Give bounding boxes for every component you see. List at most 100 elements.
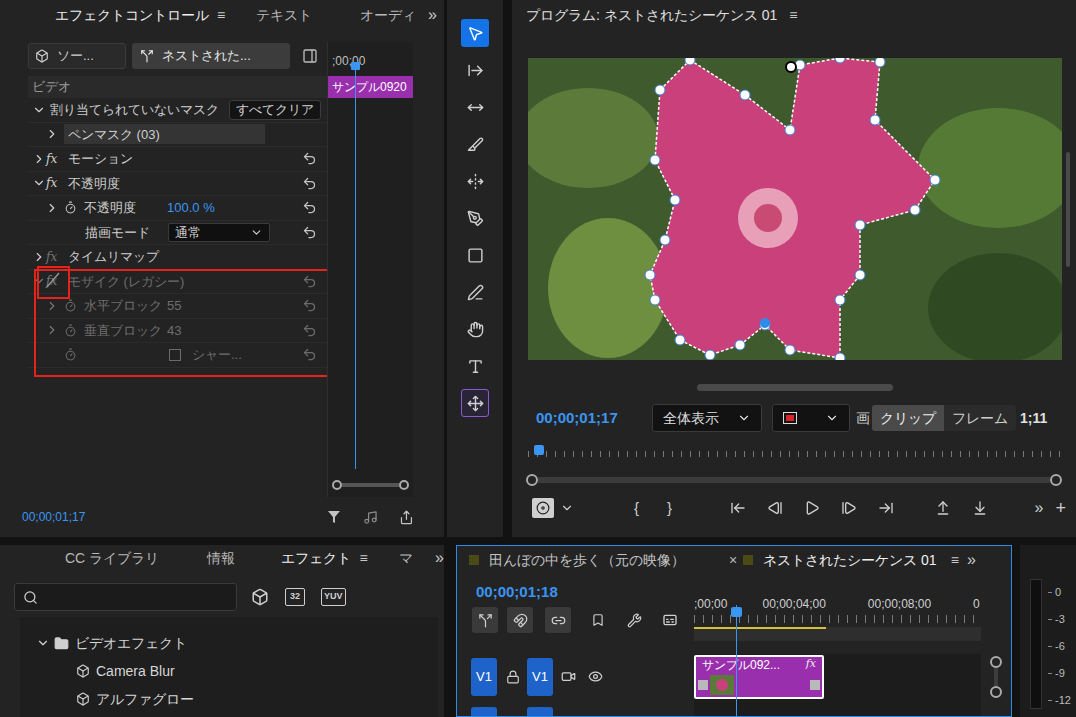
nest-icon[interactable] [478, 613, 493, 628]
clip-button[interactable]: ネストされた... [132, 43, 290, 69]
sequence-tab[interactable]: ×ネストされたシーケンス 01≡ [729, 550, 969, 571]
stopwatch-icon[interactable] [64, 324, 77, 337]
add-button[interactable]: + [1055, 495, 1066, 522]
timecode[interactable]: 00;00;01;17 [536, 407, 652, 430]
reset-icon[interactable] [302, 347, 317, 362]
mark-in-button[interactable]: { [634, 497, 667, 520]
reset-icon[interactable] [302, 298, 317, 313]
lift-icon[interactable] [935, 500, 951, 516]
panel-tab[interactable]: マ [399, 548, 429, 569]
panel-tab[interactable]: CC ライブラリ [65, 548, 207, 569]
settings-icon[interactable] [536, 501, 550, 515]
tool-button[interactable] [461, 315, 489, 343]
fx-toggle-icon[interactable]: fx [46, 275, 64, 287]
zoom-dropdown[interactable]: 全体表示 [652, 404, 762, 432]
param-value[interactable]: 100.0 % [167, 198, 215, 218]
source-button[interactable]: ソー... [28, 43, 126, 69]
timecode[interactable]: 00;00;01;18 [457, 574, 694, 600]
expand-icon[interactable] [32, 176, 46, 190]
reset-icon[interactable] [302, 200, 317, 215]
reset-icon[interactable] [302, 151, 317, 166]
tool-button[interactable] [461, 204, 489, 232]
tool-button[interactable] [461, 389, 489, 417]
vertical-scrollbar[interactable] [981, 574, 1011, 716]
linked-selection-icon[interactable] [551, 613, 566, 628]
filter-badge[interactable]: 32 [285, 588, 305, 606]
tool-button[interactable] [461, 19, 489, 47]
tree-item[interactable]: ビデオエフェクト [20, 629, 438, 657]
source-patch[interactable]: V1 [471, 658, 497, 696]
overlay-dropdown[interactable] [772, 404, 850, 432]
fx-toggle-icon[interactable]: fx [46, 153, 64, 165]
effect-row[interactable]: fxモザイク (レガシー) [28, 270, 327, 295]
playhead[interactable] [736, 605, 737, 716]
param-value[interactable]: 55 [167, 296, 181, 316]
effect-row[interactable]: fxモーション [28, 147, 327, 172]
clip-frame-toggle[interactable]: クリップフレーム [872, 405, 1016, 431]
source-patch[interactable] [471, 707, 497, 717]
expand-icon[interactable] [36, 636, 50, 650]
stopwatch-icon[interactable] [64, 348, 77, 361]
param-value[interactable]: 43 [167, 321, 181, 341]
checkbox[interactable] [169, 349, 181, 361]
vertical-scrollbar[interactable] [1066, 152, 1070, 267]
track-area[interactable]: ;00;0000;00;04;0000;00;08;000サンプル092...f… [694, 574, 981, 716]
panel-tab[interactable]: エフェクトコントロール≡ [55, 5, 256, 26]
expand-icon[interactable] [45, 323, 59, 337]
tree-item[interactable]: アルファグロー [20, 685, 438, 713]
monitor-ruler[interactable] [528, 443, 1060, 463]
sync-lock-icon[interactable] [561, 669, 576, 684]
track-header[interactable]: V1 V1 [457, 654, 694, 699]
panel-tab[interactable]: オーディ [360, 5, 418, 26]
step-forward-icon[interactable] [841, 500, 857, 516]
sequence-tab[interactable]: 田んぼの中を歩く（元の映像） [469, 550, 729, 571]
playhead-handle[interactable] [351, 62, 360, 70]
zoom-bar[interactable] [328, 473, 413, 497]
settings-chevron-icon[interactable] [560, 501, 574, 515]
effect-row[interactable]: ペンマスク (03) [28, 123, 327, 148]
playhead[interactable] [355, 68, 356, 469]
stopwatch-icon[interactable] [64, 299, 77, 312]
effect-row[interactable]: 不透明度100.0 % [28, 196, 327, 221]
lock-icon[interactable] [506, 670, 520, 684]
tool-button[interactable] [461, 93, 489, 121]
panel-menu[interactable]: ≡ [789, 5, 797, 26]
clip[interactable]: サンプル092...fx [694, 655, 824, 699]
tool-button[interactable] [461, 56, 489, 84]
effect-row[interactable]: 水平ブロック55 [28, 294, 327, 319]
toggle-option[interactable]: フレーム [944, 405, 1016, 431]
effect-row[interactable]: 割り当てられていないマスクすべてクリア [28, 98, 327, 123]
timecode[interactable]: 00;00;01;17 [22, 508, 320, 526]
search-field[interactable] [14, 583, 237, 611]
horizontal-scrollbar[interactable] [697, 384, 893, 391]
reset-icon[interactable] [302, 225, 317, 240]
track-target[interactable]: V1 [527, 658, 553, 696]
play-icon[interactable] [804, 500, 820, 516]
reset-icon[interactable] [302, 323, 317, 338]
overflow-button[interactable]: » [967, 548, 976, 572]
close-button[interactable]: × [729, 550, 737, 571]
tool-button[interactable] [461, 278, 489, 306]
video-frame[interactable] [528, 58, 1062, 360]
track-target[interactable] [527, 707, 553, 717]
overflow-button[interactable]: » [435, 546, 444, 570]
panel-tab[interactable]: 情報 [207, 548, 282, 569]
overflow-button[interactable]: » [1035, 496, 1044, 520]
snap-icon[interactable] [513, 613, 528, 628]
effect-row[interactable]: fxタイムリマップ [28, 245, 327, 270]
extract-icon[interactable] [972, 500, 988, 516]
effect-row[interactable]: 描画モード通常 [28, 221, 327, 246]
fx-toggle-icon[interactable]: fx [46, 177, 64, 189]
toggle-option[interactable]: クリップ [872, 405, 944, 431]
effect-row[interactable]: シャー... [28, 343, 327, 368]
work-area-bar[interactable] [694, 627, 826, 629]
expand-icon[interactable] [32, 274, 46, 288]
go-to-out-icon[interactable] [878, 500, 894, 516]
clear-all-button[interactable]: すべてクリア [229, 100, 321, 120]
tool-button[interactable] [461, 130, 489, 158]
mask-label[interactable]: ペンマスク (03) [64, 124, 265, 144]
expand-icon[interactable] [45, 299, 59, 313]
expand-icon[interactable] [32, 152, 46, 166]
playhead-handle[interactable] [534, 445, 544, 455]
expand-icon[interactable] [32, 250, 46, 264]
